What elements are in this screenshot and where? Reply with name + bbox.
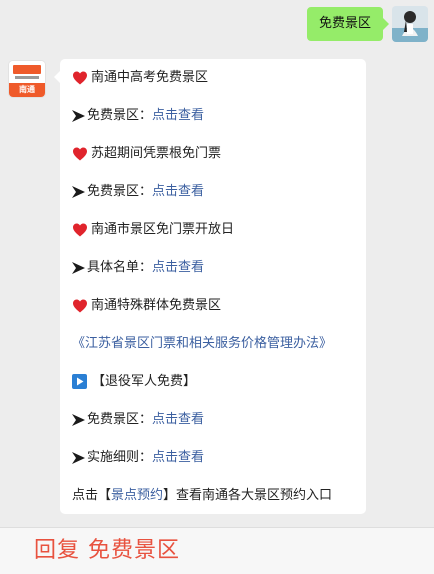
arrow-icon	[72, 262, 85, 274]
play-icon	[72, 374, 87, 389]
item-label: 具体名单：	[87, 260, 153, 275]
view-link[interactable]: 点击查看	[152, 259, 204, 277]
list-item: 实施细则： 点击查看	[72, 449, 366, 487]
user-avatar[interactable]	[392, 6, 428, 42]
view-link[interactable]: 点击查看	[152, 183, 204, 201]
policy-link[interactable]: 《江苏省景区门票和相关服务价格管理办法》	[72, 335, 332, 353]
view-link[interactable]: 点击查看	[152, 411, 204, 429]
section-title: 【退役军人免费】	[92, 374, 197, 389]
footer-prefix: 点击【	[72, 488, 112, 503]
reply-hint: 回复 免费景区	[34, 538, 180, 563]
arrow-icon	[72, 110, 85, 122]
outgoing-message: 免费景区	[306, 6, 428, 42]
footer-line: 点击【 景点预约 】查看南通各大景区预约入口	[72, 487, 366, 507]
section-title: 南通市景区免门票开放日	[91, 222, 235, 237]
list-item: 免费景区： 点击查看	[72, 411, 366, 449]
view-link[interactable]: 点击查看	[152, 107, 204, 125]
user-avatar-image	[392, 6, 428, 42]
heart-icon	[73, 71, 87, 85]
outgoing-bubble[interactable]: 免费景区	[306, 7, 390, 41]
heart-icon	[73, 299, 87, 313]
bot-avatar[interactable]: 南通	[9, 61, 45, 97]
list-item: 具体名单： 点击查看	[72, 259, 366, 297]
bot-logo-city: 南通	[9, 83, 45, 97]
section-title: 南通特殊群体免费景区	[91, 298, 222, 313]
list-item: 免费景区： 点击查看	[72, 107, 366, 145]
list-item: 免费景区： 点击查看	[72, 183, 366, 221]
item-label: 免费景区：	[87, 184, 153, 199]
item-label: 免费景区：	[87, 412, 153, 427]
arrow-icon	[72, 186, 85, 198]
booking-link[interactable]: 景点预约	[111, 487, 163, 505]
list-item: 苏超期间凭票根免门票	[72, 145, 366, 183]
section-title: 苏超期间凭票根免门票	[91, 146, 222, 161]
heart-icon	[73, 147, 87, 161]
list-item: 南通市景区免门票开放日	[72, 221, 366, 259]
footer-suffix: 】查看南通各大景区预约入口	[163, 488, 333, 503]
list-item: 南通特殊群体免费景区	[72, 297, 366, 335]
bottom-banner: 回复 免费景区	[0, 528, 434, 574]
arrow-icon	[72, 414, 85, 426]
list-item: 南通中高考免费景区	[72, 69, 366, 107]
list-item: 《江苏省景区门票和相关服务价格管理办法》	[72, 335, 366, 373]
incoming-message-bubble: 南通中高考免费景区 免费景区： 点击查看 苏超期间凭票根免门票 免费景区： 点击…	[54, 59, 366, 514]
item-label: 免费景区：	[87, 108, 153, 123]
arrow-icon	[72, 452, 85, 464]
section-title: 南通中高考免费景区	[91, 70, 209, 85]
item-label: 实施细则：	[87, 450, 153, 465]
heart-icon	[73, 223, 87, 237]
view-link[interactable]: 点击查看	[152, 449, 204, 467]
list-item: 【退役军人免费】	[72, 373, 366, 411]
bot-logo	[9, 61, 45, 83]
